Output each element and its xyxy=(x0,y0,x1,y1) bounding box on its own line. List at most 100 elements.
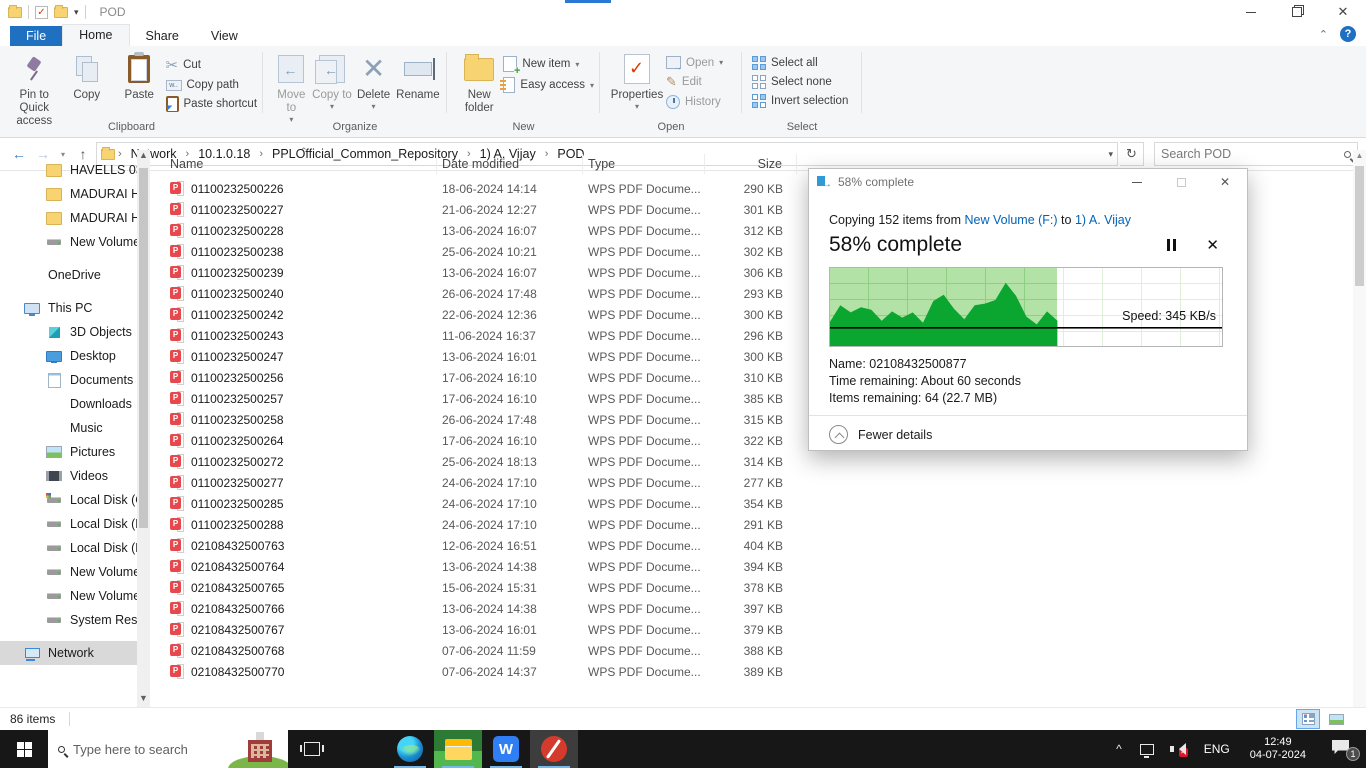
close-button[interactable]: ✕ xyxy=(1320,0,1366,24)
sidebar-item[interactable]: Music xyxy=(0,416,150,440)
properties-button[interactable]: Properties▾ xyxy=(608,50,666,111)
folder-icon[interactable] xyxy=(8,7,22,18)
scroll-up-icon[interactable]: ▲ xyxy=(137,150,150,164)
dialog-minimize-button[interactable] xyxy=(1115,169,1159,195)
column-header-type[interactable]: Type xyxy=(583,154,705,174)
file-row[interactable]: P02108432500768 07-06-2024 11:59 WPS PDF… xyxy=(165,640,1366,661)
copy-path-button[interactable]: w..Copy path xyxy=(166,79,258,91)
sidebar-item[interactable]: Network xyxy=(0,641,137,665)
tab-view[interactable]: View xyxy=(195,26,254,46)
file-row[interactable]: P02108432500763 12-06-2024 16:51 WPS PDF… xyxy=(165,535,1366,556)
new-item-button[interactable]: New item▾ xyxy=(503,56,594,72)
paste-shortcut-button[interactable]: Paste shortcut xyxy=(166,96,258,112)
sidebar-item[interactable]: New Volume (F:) xyxy=(0,230,150,254)
invert-selection-button[interactable]: Invert selection xyxy=(752,94,848,108)
sidebar-item[interactable]: MADURAI HUB xyxy=(0,182,150,206)
notification-center-button[interactable]: 1 xyxy=(1330,737,1360,761)
file-row[interactable]: P01100232500277 24-06-2024 17:10 WPS PDF… xyxy=(165,472,1366,493)
copy-button[interactable]: Copy xyxy=(61,50,114,102)
network-tray-icon[interactable] xyxy=(1140,744,1154,755)
file-row[interactable]: P02108432500765 15-06-2024 15:31 WPS PDF… xyxy=(165,577,1366,598)
sidebar-item[interactable]: OneDrive xyxy=(0,263,150,287)
language-indicator[interactable]: ENG xyxy=(1196,742,1238,756)
file-row[interactable]: P02108432500766 13-06-2024 14:38 WPS PDF… xyxy=(165,598,1366,619)
sidebar-item[interactable]: Local Disk (C:) xyxy=(0,488,150,512)
taskbar-search-input[interactable] xyxy=(73,742,213,757)
minimize-button[interactable] xyxy=(1228,0,1274,24)
column-header-size[interactable]: Size xyxy=(705,154,797,174)
sidebar-item[interactable]: 3D Objects xyxy=(0,320,150,344)
wps-office-taskbar-button[interactable]: W xyxy=(482,730,530,768)
tab-share[interactable]: Share xyxy=(130,26,195,46)
cancel-copy-button[interactable]: ✕ xyxy=(1206,236,1219,254)
restore-button[interactable] xyxy=(1274,0,1320,24)
sidebar-item[interactable]: New Volume (F:) xyxy=(0,560,150,584)
volume-muted-icon[interactable]: ✕ xyxy=(1170,742,1186,756)
sidebar-item[interactable]: MADURAI HUB - xyxy=(0,206,150,230)
scrollbar-thumb[interactable] xyxy=(139,168,148,528)
fewer-details-toggle[interactable]: Fewer details xyxy=(829,425,932,444)
copy-to-button[interactable]: Copy to▾ xyxy=(312,50,353,111)
select-none-button[interactable]: Select none xyxy=(752,75,848,89)
pin-to-quick-access-button[interactable]: Pin to Quick access xyxy=(8,50,61,129)
folder-icon[interactable] xyxy=(54,7,68,18)
paste-button[interactable]: Paste xyxy=(113,50,166,102)
sidebar-item[interactable]: Documents xyxy=(0,368,150,392)
move-to-button[interactable]: Move to▾ xyxy=(271,50,312,125)
file-explorer-taskbar-button[interactable] xyxy=(434,730,482,768)
edge-taskbar-button[interactable] xyxy=(386,730,434,768)
scroll-up-icon[interactable]: ▲ xyxy=(1353,151,1366,164)
qat-customize-caret-icon[interactable]: ▾ xyxy=(74,7,79,18)
help-icon[interactable]: ? xyxy=(1340,26,1356,42)
dialog-close-button[interactable]: ✕ xyxy=(1203,169,1247,195)
clock[interactable]: 12:49 04-07-2024 xyxy=(1242,736,1314,762)
hidden-icons-chevron-icon[interactable]: ^ xyxy=(1108,742,1130,756)
scroll-down-icon[interactable]: ▼ xyxy=(137,693,150,707)
task-view-button[interactable] xyxy=(288,730,336,768)
file-row[interactable]: P02108432500764 13-06-2024 14:38 WPS PDF… xyxy=(165,556,1366,577)
file-list-scrollbar[interactable]: ▲ xyxy=(1353,150,1366,707)
sidebar-item[interactable]: New Volume (G:) xyxy=(0,584,150,608)
open-button[interactable]: Open▾ xyxy=(666,56,723,69)
start-button[interactable] xyxy=(0,730,48,768)
source-link[interactable]: New Volume (F:) xyxy=(964,213,1057,227)
easy-access-button[interactable]: Easy access▾ xyxy=(503,77,594,93)
collapse-ribbon-icon[interactable]: ⌃ xyxy=(1319,28,1328,41)
sidebar-item[interactable]: Pictures xyxy=(0,440,150,464)
history-button[interactable]: History xyxy=(666,95,723,109)
sidebar-item[interactable]: Videos xyxy=(0,464,150,488)
file-row[interactable]: P01100232500272 25-06-2024 18:13 WPS PDF… xyxy=(165,451,1366,472)
file-row[interactable]: P01100232500285 24-06-2024 17:10 WPS PDF… xyxy=(165,493,1366,514)
taskbar-search[interactable] xyxy=(48,730,288,768)
delete-button[interactable]: ✕ Delete▾ xyxy=(352,50,395,111)
new-folder-button[interactable]: New folder xyxy=(455,50,503,115)
sidebar-item[interactable]: HAVELLS 03.07.2 xyxy=(0,158,150,182)
properties-check-icon[interactable]: ✓ xyxy=(35,6,48,19)
details-view-button[interactable] xyxy=(1296,709,1320,729)
sort-ascending-icon[interactable]: ⌃ xyxy=(300,146,308,157)
column-header-date-modified[interactable]: Date modified xyxy=(437,154,583,174)
select-all-button[interactable]: Select all xyxy=(752,56,848,70)
sidebar-item[interactable]: Desktop xyxy=(0,344,150,368)
sidebar-item[interactable]: Downloads xyxy=(0,392,150,416)
scrollbar-thumb[interactable] xyxy=(1355,166,1364,286)
file-row[interactable]: P02108432500770 07-06-2024 14:37 WPS PDF… xyxy=(165,661,1366,682)
sidebar-item[interactable]: Local Disk (D:) xyxy=(0,512,150,536)
wps-pdf-taskbar-button[interactable] xyxy=(530,730,578,768)
file-row[interactable]: P01100232500288 24-06-2024 17:10 WPS PDF… xyxy=(165,514,1366,535)
edit-button[interactable]: ✎Edit xyxy=(666,74,723,90)
tab-file[interactable]: File xyxy=(10,26,62,46)
file-row[interactable]: P02108432500767 13-06-2024 16:01 WPS PDF… xyxy=(165,619,1366,640)
sidebar-item[interactable]: This PC xyxy=(0,296,150,320)
cut-button[interactable]: ✂Cut xyxy=(166,56,258,74)
search-highlight-image[interactable] xyxy=(232,730,288,768)
column-header-name[interactable]: Name xyxy=(165,154,437,174)
dialog-maximize-button[interactable] xyxy=(1159,169,1203,195)
destination-link[interactable]: 1) A. Vijay xyxy=(1075,213,1131,227)
pause-button[interactable] xyxy=(1167,239,1176,251)
tab-home[interactable]: Home xyxy=(62,24,129,46)
rename-button[interactable]: Rename xyxy=(395,50,441,102)
thumbnails-view-button[interactable] xyxy=(1324,709,1348,729)
sidebar-item[interactable]: System Reserved xyxy=(0,608,150,632)
sidebar-item[interactable]: Local Disk (E:) xyxy=(0,536,150,560)
